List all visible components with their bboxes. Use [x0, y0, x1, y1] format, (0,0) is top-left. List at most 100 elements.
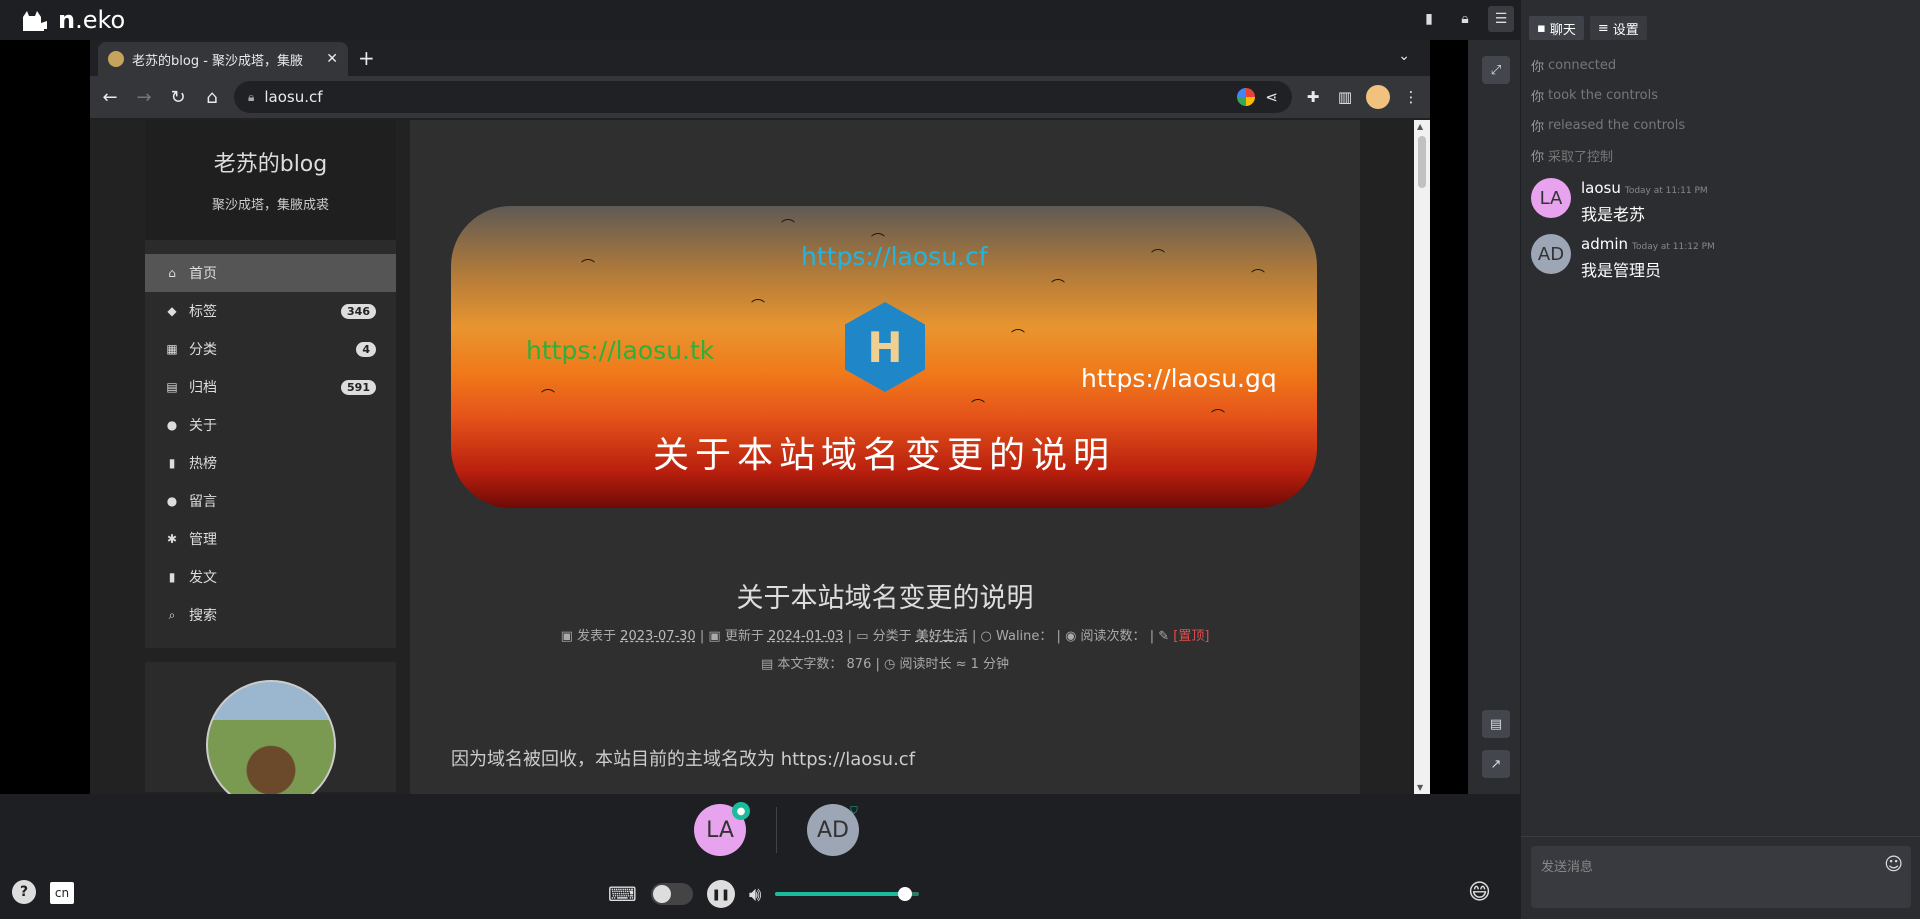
menu-item-categories[interactable]: ▦ 分类 4	[145, 330, 396, 368]
cat-icon	[23, 11, 47, 31]
eye-icon: ◉	[1065, 629, 1077, 644]
tab-settings[interactable]: ≡ 设置	[1589, 16, 1647, 40]
forward-icon[interactable]: →	[132, 87, 156, 108]
menu-item-archives[interactable]: ▤ 归档 591	[145, 368, 396, 406]
signal-icon: ▮	[168, 456, 176, 470]
emoji-icon[interactable]: ☺	[1884, 854, 1903, 875]
menu-item-post[interactable]: ▮ 发文	[145, 558, 396, 596]
tab-chat[interactable]: ▪ 聊天	[1529, 16, 1584, 40]
system-message: 你采取了控制	[1531, 149, 1614, 165]
tab-search-icon[interactable]: ⌄	[1398, 48, 1410, 64]
chat-tabs: ▪ 聊天 ≡ 设置	[1521, 0, 1920, 40]
message-text: 我是老苏	[1581, 205, 1646, 224]
web-page: 老苏的blog 聚沙成塔，集腋成裘 ⌂ 首页 ◆ 标签 346 ▦ 分类 4 ▤ 归档 591…	[90, 120, 1430, 794]
member-avatar-admin[interactable]: AD ⛉	[807, 804, 859, 856]
address-bar[interactable]: 🔒︎ laosu.cf ⋖	[234, 81, 1292, 113]
menu-item-tags[interactable]: ◆ 标签 346	[145, 292, 396, 330]
member-avatar-laosu[interactable]: LA ●	[694, 802, 750, 856]
post-banner-image: ⌒ ⌒ ⌒ ⌒ ⌒ ⌒ ⌒ ⌒ ⌒ ⌒ ⌒ https://laosu.cf h…	[451, 206, 1317, 508]
user-icon: ●	[166, 418, 178, 432]
close-tab-icon[interactable]: ✕	[326, 51, 338, 67]
bird-icon: ⌒	[1011, 329, 1025, 345]
file-word-icon: ▤	[760, 657, 774, 672]
google-icon[interactable]	[1237, 88, 1256, 106]
post-body: 因为域名被回收，本站目前的主域名改为 https://laosu.cf	[451, 749, 916, 770]
menu-item-hot[interactable]: ▮ 热榜	[145, 444, 396, 482]
lock-icon[interactable]: 🔒︎	[1452, 6, 1478, 32]
grid-icon: ▦	[166, 342, 178, 356]
mouse-icon[interactable]: ▮	[1416, 6, 1442, 32]
system-message: 你 took the controls	[1531, 87, 1658, 105]
post-meta-2: ▤ 本文字数： 876 | ◷ 阅读时长 ≈ 1 分钟	[760, 657, 1010, 672]
volume-icon[interactable]: 🔊︎	[749, 882, 762, 906]
comment-icon: ●	[166, 494, 178, 508]
logo-text: n.eko	[58, 6, 126, 34]
back-icon[interactable]: ←	[98, 87, 122, 108]
scroll-down-icon[interactable]: ▼	[1417, 783, 1423, 792]
browser-tab[interactable]: 老苏的blog - 聚沙成塔，集腋 ✕	[98, 42, 348, 76]
chat-message: AD admin Today at 11:12 PM 我是管理员	[1531, 234, 1910, 282]
pause-icon[interactable]: ❚❚	[706, 880, 735, 908]
sender-name: laosu	[1581, 179, 1621, 197]
hexo-logo-icon: H	[845, 302, 925, 392]
post-article: ⌒ ⌒ ⌒ ⌒ ⌒ ⌒ ⌒ ⌒ ⌒ ⌒ ⌒ https://laosu.cf h…	[410, 120, 1360, 794]
page-scrollbar[interactable]: ▲ ▼	[1414, 120, 1430, 794]
help-icon[interactable]: ?	[12, 880, 36, 904]
language-button[interactable]: cn	[50, 882, 74, 904]
system-message: 你 released the controls	[1531, 117, 1686, 135]
home-icon[interactable]: ⌂	[200, 87, 224, 108]
bird-icon: ⌒	[541, 389, 555, 405]
published-date: 2023-07-30	[620, 629, 696, 644]
emoji-icon[interactable]: 😄︎	[1468, 880, 1491, 905]
home-icon: ⌂	[168, 266, 176, 280]
reload-icon[interactable]: ↻	[166, 87, 190, 108]
bird-icon: ⌒	[1211, 409, 1225, 425]
browser-toolbar: ← → ↻ ⌂ 🔒︎ laosu.cf ⋖ ✚ ▥ ⋮	[90, 76, 1430, 118]
extensions-icon[interactable]: ✚	[1302, 88, 1324, 106]
menu-item-about[interactable]: ● 关于	[145, 406, 396, 444]
bird-icon: ⌒	[1251, 269, 1265, 285]
timestamp: Today at 11:11 PM	[1624, 186, 1708, 196]
side-panel-icon[interactable]: ▥	[1334, 88, 1356, 106]
more-icon[interactable]: ⋮	[1400, 88, 1422, 106]
chat-divider	[1521, 836, 1920, 837]
count-badge: 591	[341, 379, 376, 395]
lock-icon: 🔒︎	[248, 89, 255, 104]
calendar-icon: ▣	[560, 629, 573, 644]
menu-item-admin[interactable]: ✱ 管理	[145, 520, 396, 558]
volume-fill	[775, 892, 906, 896]
control-toggle[interactable]	[650, 883, 693, 905]
banner-url-cf: https://laosu.cf	[801, 242, 988, 271]
site-title[interactable]: 老苏的blog	[145, 146, 396, 178]
chat-input[interactable]: 发送消息 ☺	[1531, 846, 1911, 908]
waline-count[interactable]: Waline：	[996, 629, 1052, 644]
scroll-up-icon[interactable]: ▲	[1417, 122, 1423, 131]
volume-slider[interactable]	[775, 887, 920, 901]
url-text: laosu.cf	[264, 88, 323, 106]
chat-message: LA laosu Today at 11:11 PM 我是老苏	[1531, 178, 1910, 226]
clipboard-icon[interactable]: ▤	[1482, 710, 1510, 738]
share-icon[interactable]: ⋖	[1265, 88, 1278, 106]
volume-knob[interactable]	[898, 887, 913, 901]
fullscreen-icon[interactable]: ⤢	[1482, 56, 1510, 84]
scroll-thumb[interactable]	[1418, 136, 1426, 188]
post-title[interactable]: 关于本站域名变更的说明	[410, 576, 1360, 615]
new-tab-icon[interactable]: +	[358, 46, 375, 70]
category-link[interactable]: 美好生活	[916, 629, 968, 644]
folder-icon: ▭	[856, 629, 869, 644]
bird-icon: ⌒	[1051, 279, 1065, 295]
profile-avatar[interactable]	[1366, 85, 1390, 109]
author-panel	[145, 662, 396, 794]
favicon-icon	[108, 51, 124, 67]
chat-input-placeholder: 发送消息	[1541, 860, 1594, 875]
menu-icon[interactable]: ☰	[1488, 6, 1514, 32]
sliders-icon: ≡	[1597, 20, 1609, 36]
chat-panel: ▪ 聊天 ≡ 设置 你 connected 你 took the controls 你r…	[1520, 0, 1920, 919]
menu-item-guestbook[interactable]: ● 留言	[145, 482, 396, 520]
menu-item-home[interactable]: ⌂ 首页	[145, 254, 396, 292]
menu-item-search[interactable]: ⌕ 搜索	[145, 596, 396, 634]
chat-log: 你 connected 你 took the controls 你 released …	[1521, 40, 1920, 292]
keyboard-icon[interactable]: ⌨	[608, 882, 637, 906]
gear-icon: ✱	[166, 532, 178, 546]
external-link-icon[interactable]: ↗	[1482, 750, 1510, 778]
